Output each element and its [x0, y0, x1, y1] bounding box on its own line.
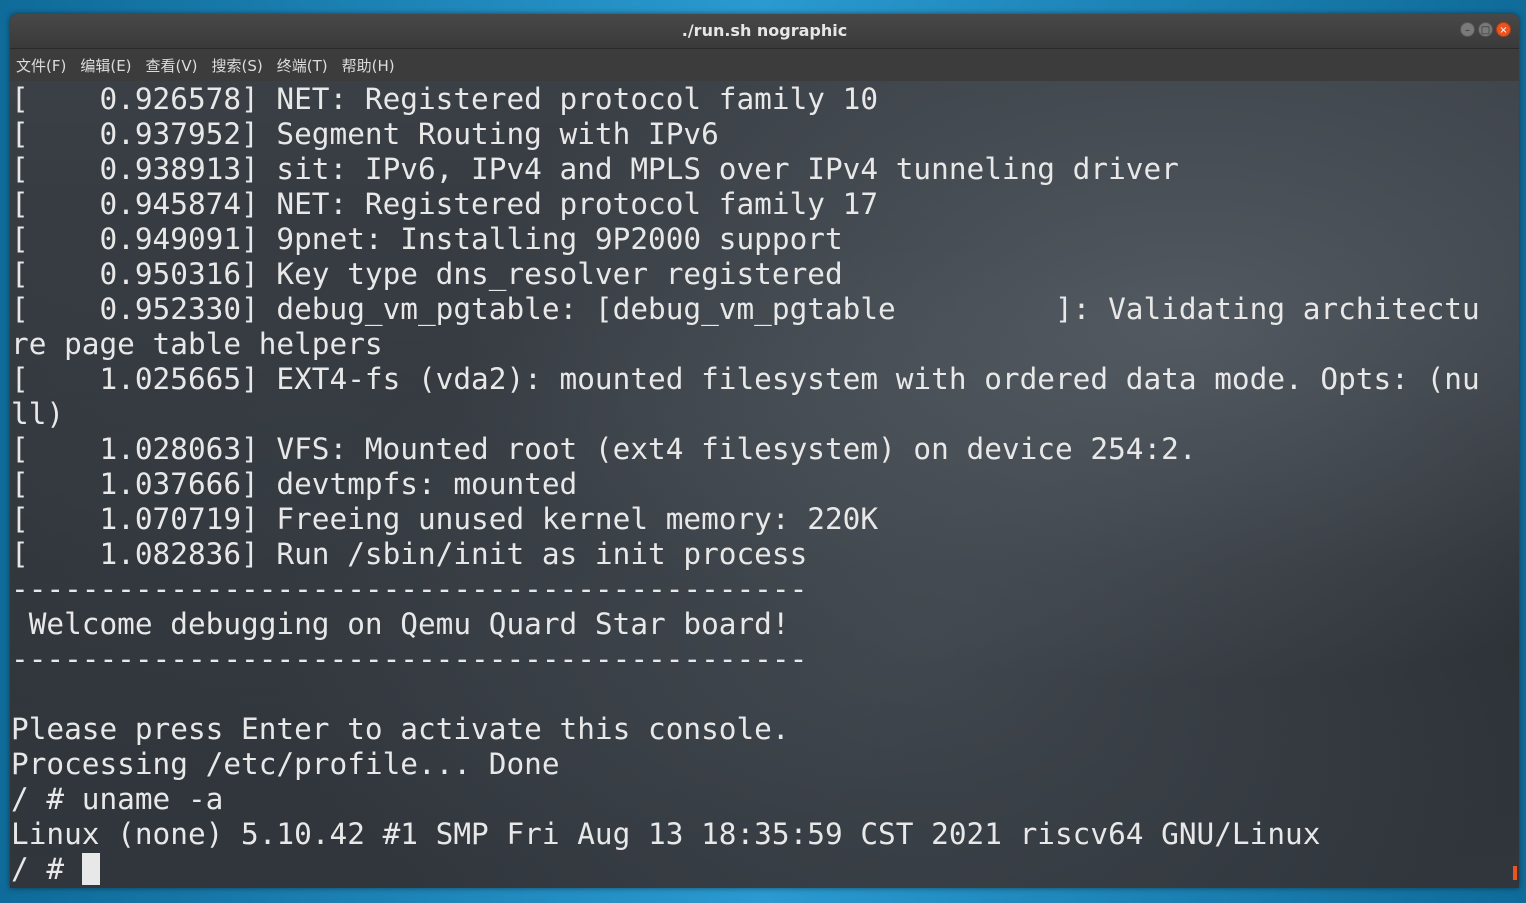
terminal-line: Please press Enter to activate this cons…	[11, 712, 790, 746]
terminal-line: [ 0.949091] 9pnet: Installing 9P2000 sup…	[11, 222, 843, 256]
maximize-button[interactable]: □	[1478, 22, 1493, 37]
terminal-lines: [ 0.926578] NET: Registered protocol fam…	[11, 82, 1480, 887]
window-title: ./run.sh nographic	[681, 21, 848, 40]
terminal-line: Processing /etc/profile... Done	[11, 747, 560, 781]
terminal-line: Linux (none) 5.10.42 #1 SMP Fri Aug 13 1…	[11, 817, 1321, 851]
terminal-line: [ 0.950316] Key type dns_resolver regist…	[11, 257, 843, 291]
title-bar[interactable]: ./run.sh nographic – □ ×	[10, 14, 1519, 49]
terminal-line: [ 1.070719] Freeing unused kernel memory…	[11, 502, 879, 536]
text-cursor	[81, 853, 100, 885]
terminal-line: Welcome debugging on Qemu Quard Star boa…	[11, 607, 790, 641]
menu-terminal[interactable]: 终端(T)	[277, 55, 328, 76]
menu-search[interactable]: 搜索(S)	[212, 55, 263, 76]
terminal-output-area[interactable]: [ 0.926578] NET: Registered protocol fam…	[10, 81, 1519, 888]
menu-bar: 文件(F) 编辑(E) 查看(V) 搜索(S) 终端(T) 帮助(H)	[10, 49, 1519, 81]
terminal-line: ll)	[11, 397, 65, 431]
window-controls: – □ ×	[1460, 22, 1511, 40]
minimize-button[interactable]: –	[1460, 22, 1475, 37]
terminal-line: ----------------------------------------…	[11, 572, 808, 606]
terminal-line: ----------------------------------------…	[11, 642, 808, 676]
terminal-line: [ 1.037666] devtmpfs: mounted	[11, 467, 578, 501]
terminal-line: [ 1.082836] Run /sbin/init as init proce…	[11, 537, 808, 571]
terminal-prompt-line[interactable]: / #	[11, 852, 1480, 887]
terminal-line: [ 1.025665] EXT4-fs (vda2): mounted file…	[11, 362, 1480, 396]
terminal-line: [ 0.938913] sit: IPv6, IPv4 and MPLS ove…	[11, 152, 1179, 186]
terminal-line: [ 0.926578] NET: Registered protocol fam…	[11, 82, 879, 116]
terminal-line: [ 0.937952] Segment Routing with IPv6	[11, 117, 719, 151]
menu-help[interactable]: 帮助(H)	[342, 55, 395, 76]
terminal-line: [ 1.028063] VFS: Mounted root (ext4 file…	[11, 432, 1197, 466]
terminal-line: [ 0.952330] debug_vm_pgtable: [debug_vm_…	[11, 292, 1480, 326]
menu-file[interactable]: 文件(F)	[16, 55, 66, 76]
scroll-position-indicator[interactable]	[1513, 866, 1517, 880]
menu-edit[interactable]: 编辑(E)	[80, 55, 131, 76]
terminal-line: [ 0.945874] NET: Registered protocol fam…	[11, 187, 879, 221]
menu-view[interactable]: 查看(V)	[146, 55, 198, 76]
terminal-window: ./run.sh nographic – □ × 文件(F) 编辑(E) 查看(…	[10, 14, 1519, 888]
close-button[interactable]: ×	[1496, 22, 1511, 37]
shell-prompt: / #	[11, 852, 82, 886]
terminal-line: re page table helpers	[11, 327, 383, 361]
terminal-line: / # uname -a	[11, 782, 224, 816]
